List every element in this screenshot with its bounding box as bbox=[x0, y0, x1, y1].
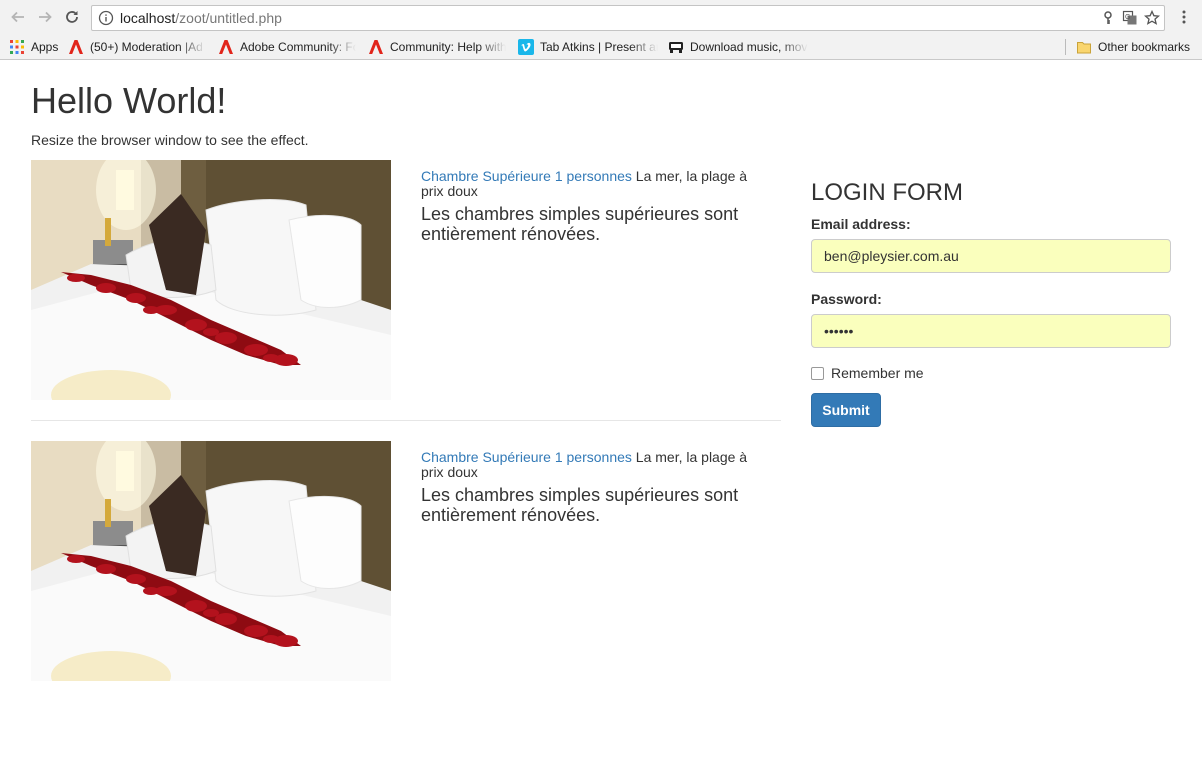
back-button[interactable] bbox=[8, 7, 28, 27]
room-description: Les chambres simples supérieures sont en… bbox=[421, 204, 739, 244]
vimeo-icon bbox=[518, 39, 534, 55]
password-field[interactable]: •••••• bbox=[811, 314, 1171, 348]
password-label: Password: bbox=[811, 291, 882, 307]
bookmark-label: (50+) Moderation |Ad bbox=[90, 40, 203, 54]
folder-icon bbox=[1077, 42, 1091, 54]
room-image bbox=[31, 160, 391, 400]
adobe-icon bbox=[369, 40, 383, 54]
bookmark-label: Community: Help with bbox=[390, 40, 506, 54]
hotel-bed-image bbox=[31, 160, 391, 400]
bookmark-star-icon[interactable] bbox=[1144, 10, 1160, 26]
url-text: localhost/zoot/untitled.php bbox=[120, 10, 282, 26]
bookmarks-bar: Apps (50+) Moderation |Ad Adobe Communit… bbox=[0, 35, 1202, 60]
back-arrow-icon bbox=[11, 11, 24, 23]
email-field[interactable]: ben@pleysier.com.au bbox=[811, 239, 1171, 273]
room-description: Les chambres simples supérieures sont en… bbox=[421, 485, 739, 525]
bookmark-label: Tab Atkins | Present an bbox=[540, 40, 658, 54]
submit-button[interactable]: Submit bbox=[811, 393, 881, 427]
remember-checkbox[interactable] bbox=[811, 366, 824, 380]
bookmark-community-help[interactable]: Community: Help with bbox=[368, 38, 506, 56]
browser-menu-icon[interactable] bbox=[1176, 9, 1192, 25]
email-label: Email address: bbox=[811, 216, 911, 232]
page-title: Hello World! bbox=[31, 80, 227, 121]
login-form: LOGIN FORM Email address: ben@pleysier.c… bbox=[811, 178, 1171, 427]
reload-icon bbox=[66, 11, 78, 23]
info-icon[interactable] bbox=[98, 10, 114, 26]
room-item: Chambre Supérieure 1 personnes La mer, l… bbox=[31, 441, 781, 681]
forward-arrow-icon bbox=[39, 11, 52, 23]
bookmark-moderation[interactable]: (50+) Moderation |Ad bbox=[68, 38, 206, 56]
url-path: /zoot/untitled.php bbox=[175, 10, 282, 26]
room-body: Chambre Supérieure 1 personnes La mer, l… bbox=[421, 450, 771, 526]
room-heading: Chambre Supérieure 1 personnes La mer, l… bbox=[421, 450, 771, 480]
url-host: localhost bbox=[120, 10, 176, 26]
bookmark-label: Adobe Community: Fo bbox=[240, 40, 356, 54]
bookmark-adobe-community[interactable]: Adobe Community: Fo bbox=[218, 38, 356, 56]
bookmark-download-music[interactable]: Download music, mov bbox=[668, 38, 808, 56]
room-item: Chambre Supérieure 1 personnes La mer, l… bbox=[31, 160, 781, 400]
remember-label: Remember me bbox=[831, 365, 924, 381]
forward-button[interactable] bbox=[35, 7, 55, 27]
adobe-icon bbox=[69, 40, 83, 54]
translate-icon[interactable]: G bbox=[1122, 10, 1138, 26]
browser-toolbar: localhost/zoot/untitled.php G bbox=[0, 0, 1202, 35]
hotel-bed-image bbox=[31, 441, 391, 681]
room-link[interactable]: Chambre Supérieure 1 personnes bbox=[421, 168, 632, 184]
room-heading: Chambre Supérieure 1 personnes La mer, l… bbox=[421, 169, 771, 199]
bookmark-label: Apps bbox=[31, 40, 59, 54]
download-site-icon bbox=[669, 42, 683, 53]
room-body: Chambre Supérieure 1 personnes La mer, l… bbox=[421, 169, 771, 245]
login-title: LOGIN FORM bbox=[811, 179, 964, 206]
other-bookmarks-label: Other bookmarks bbox=[1098, 40, 1191, 54]
svg-text:G: G bbox=[1125, 14, 1130, 21]
adobe-icon bbox=[219, 40, 233, 54]
bookmarks-separator bbox=[1065, 39, 1066, 55]
other-bookmarks[interactable]: Other bookmarks bbox=[1076, 38, 1196, 56]
apps-grid-icon bbox=[10, 40, 24, 54]
key-icon[interactable] bbox=[1100, 10, 1116, 26]
room-image bbox=[31, 441, 391, 681]
reload-button[interactable] bbox=[62, 7, 82, 27]
room-divider bbox=[31, 420, 781, 421]
page-content: Hello World! Resize the browser window t… bbox=[0, 61, 1202, 766]
bookmark-tab-atkins[interactable]: Tab Atkins | Present an bbox=[518, 38, 658, 56]
bookmark-apps[interactable]: Apps bbox=[9, 38, 64, 56]
remember-me[interactable]: Remember me bbox=[811, 365, 1171, 381]
page-lead: Resize the browser window to see the eff… bbox=[31, 132, 309, 148]
bookmark-label: Download music, mov bbox=[690, 40, 808, 54]
room-link[interactable]: Chambre Supérieure 1 personnes bbox=[421, 449, 632, 465]
address-bar[interactable]: localhost/zoot/untitled.php G bbox=[91, 5, 1165, 31]
